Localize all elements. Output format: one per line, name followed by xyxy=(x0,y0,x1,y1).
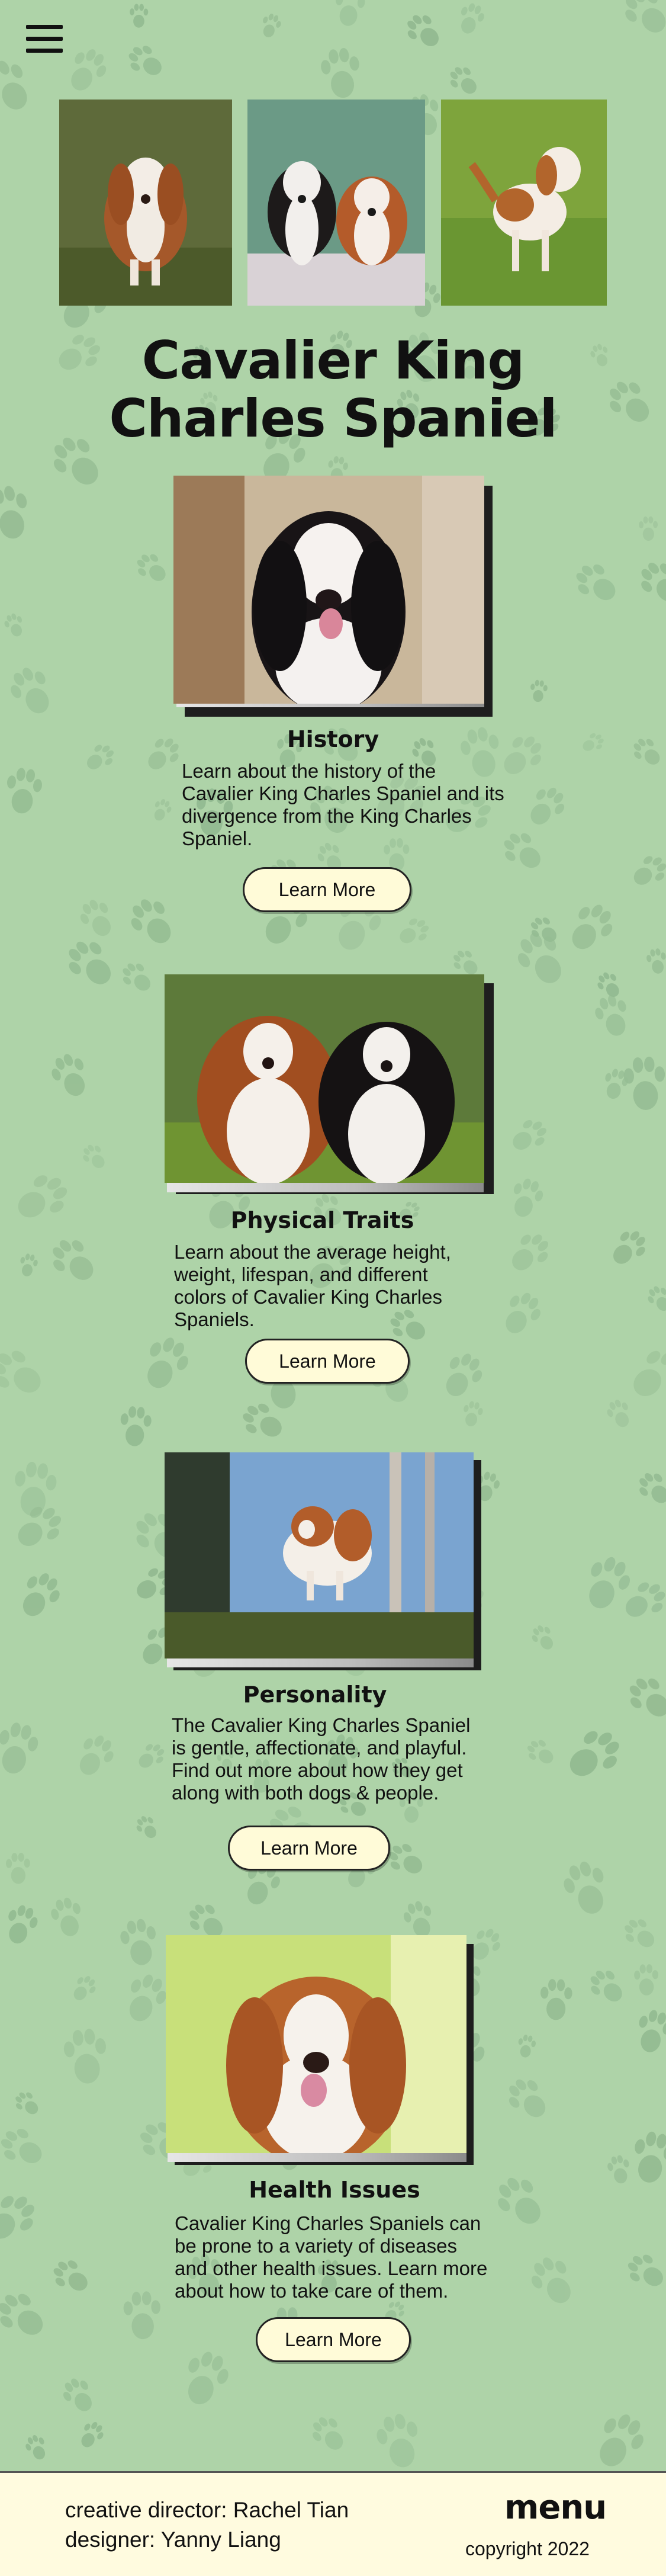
gallery-photo-two-dogs xyxy=(247,100,425,306)
health-photo xyxy=(166,1935,466,2153)
traits-photo xyxy=(165,974,484,1183)
personality-heading: Personality xyxy=(243,1682,387,1708)
history-photo xyxy=(173,476,484,704)
copyright-text: copyright 2022 xyxy=(465,2538,590,2559)
traits-card-fade xyxy=(167,1182,484,1192)
history-heading: History xyxy=(287,726,379,752)
health-learn-more-button[interactable]: Learn More xyxy=(256,2317,411,2362)
page-title-line-2: Charles Spaniel xyxy=(109,388,557,449)
traits-learn-more-button[interactable]: Learn More xyxy=(245,1339,410,1384)
designer-credit: designer: Yanny Liang xyxy=(65,2527,281,2552)
page-title: Cavalier King Charles Spaniel xyxy=(0,332,666,448)
personality-learn-more-button[interactable]: Learn More xyxy=(228,1826,390,1871)
footer: creative director: Rachel Tian designer:… xyxy=(0,2471,666,2576)
gallery-photo-puppy-in-grass xyxy=(441,100,607,306)
history-learn-more-button[interactable]: Learn More xyxy=(243,867,411,912)
health-description: Cavalier King Charles Spaniels can be pr… xyxy=(175,2212,488,2302)
history-description: Learn about the history of the Cavalier … xyxy=(182,760,504,849)
gallery-photo-running-dog xyxy=(59,100,232,306)
creative-director-credit: creative director: Rachel Tian xyxy=(65,2498,349,2522)
personality-photo xyxy=(165,1452,474,1658)
footer-menu-link[interactable]: menu xyxy=(504,2488,607,2527)
traits-heading: Physical Traits xyxy=(230,1207,414,1233)
page-title-line-1: Cavalier King xyxy=(141,330,525,391)
traits-description: Learn about the average height, weight, … xyxy=(174,1241,451,1330)
hamburger-menu-icon[interactable] xyxy=(26,24,65,54)
personality-description: The Cavalier King Charles Spaniel is gen… xyxy=(172,1714,471,1804)
health-heading: Health Issues xyxy=(249,2177,420,2203)
